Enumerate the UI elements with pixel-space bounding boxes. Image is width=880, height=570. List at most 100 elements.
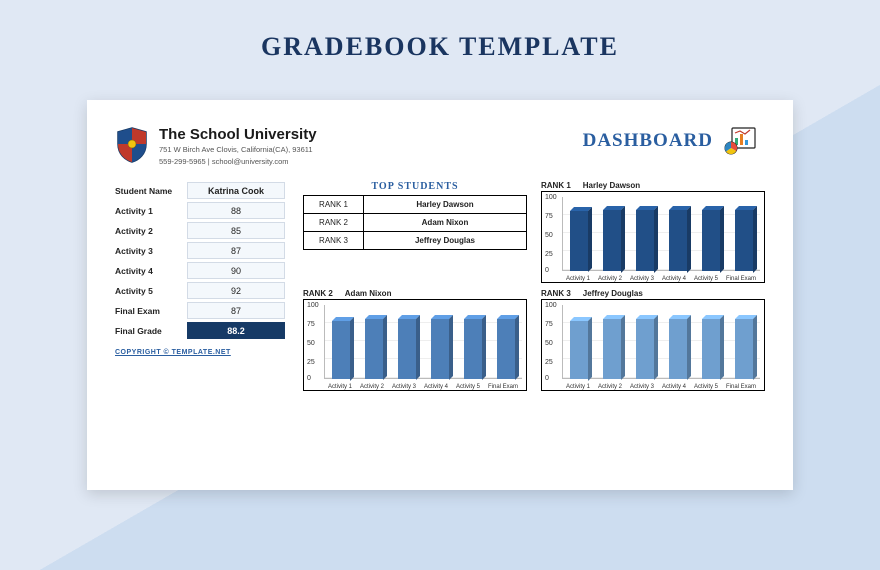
grade-row: Activity 5 92 [115,281,285,301]
bar [669,319,687,378]
bar [332,321,350,379]
bar [735,319,753,378]
ytick: 50 [307,340,315,347]
top-students-block: TOP STUDENTS RANK 1 Harley Dawson RANK 2… [303,181,527,283]
brand-block: The School University 751 W Birch Ave Cl… [115,126,317,167]
ytick: 50 [545,232,553,239]
final-grade-label: Final Grade [115,326,187,336]
chart-header: RANK 3 Jeffrey Douglas [541,289,765,298]
dashboard-chart-icon [723,126,757,156]
grade-value: 88 [187,202,285,219]
grade-row: Activity 4 90 [115,261,285,281]
school-address-2: 559-299-5965 | school@university.com [159,157,317,167]
table-row: RANK 3 Jeffrey Douglas [304,231,527,249]
xtick: Activity 4 [662,276,686,282]
bar [570,321,588,379]
rank-name-cell: Jeffrey Douglas [364,231,527,249]
chart-rank-label: RANK 1 [541,181,571,190]
ytick: 25 [545,359,553,366]
chart-rank-3: RANK 3 Jeffrey Douglas 100 75 50 25 0 Activity … [541,289,765,391]
ytick: 75 [545,213,553,220]
xlabels: Activity 1Activity 2Activity 3Activity 4… [562,384,760,390]
chart-title: Harley Dawson [583,181,640,190]
student-grades-column: Student Name Katrina Cook Activity 1 88 … [115,181,285,391]
grade-label: Activity 5 [115,286,187,296]
xtick: Activity 4 [424,384,448,390]
chart-frame: 1007550250Activity 1Activity 2Activity 3… [303,299,527,391]
rank-name-cell: Harley Dawson [364,195,527,213]
rank-cell: RANK 2 [304,213,364,231]
grade-label: Final Exam [115,306,187,316]
ytick: 100 [545,302,557,309]
chart-title: Adam Nixon [345,289,392,298]
ytick: 75 [307,321,315,328]
bar [398,319,416,378]
bar [669,210,687,271]
grade-value: 87 [187,302,285,319]
bars-row [324,305,522,379]
header-row: The School University 751 W Birch Ave Cl… [115,126,765,167]
ytick: 75 [545,321,553,328]
xtick: Activity 2 [598,276,622,282]
bar [636,210,654,271]
bar [464,319,482,378]
student-name-row: Student Name Katrina Cook [115,181,285,201]
chart-title: Jeffrey Douglas [583,289,643,298]
student-name-value: Katrina Cook [187,182,285,199]
chart-frame: 1007550250Activity 1Activity 2Activity 3… [541,191,765,283]
chart-header: RANK 1 Harley Dawson [541,181,765,190]
chart-rank-label: RANK 3 [541,289,571,298]
ytick: 25 [307,359,315,366]
ytick: 0 [545,375,549,382]
bar [603,210,621,271]
school-crest-icon [115,126,149,164]
ytick: 25 [545,251,553,258]
xtick: Activity 2 [598,384,622,390]
xtick: Activity 3 [392,384,416,390]
xtick: Final Exam [726,276,756,282]
bar [497,319,515,378]
final-grade-row: Final Grade 88.2 [115,321,285,341]
content-grid: Student Name Katrina Cook Activity 1 88 … [115,181,765,391]
xtick: Activity 1 [328,384,352,390]
charts-column: TOP STUDENTS RANK 1 Harley Dawson RANK 2… [303,181,765,391]
rank-cell: RANK 3 [304,231,364,249]
bar [431,319,449,378]
xtick: Activity 5 [456,384,480,390]
grade-row: Activity 1 88 [115,201,285,221]
dashboard-heading-block: DASHBOARD [583,126,757,156]
chart-frame: 100 75 50 25 0 Activity 1Activity 2Activity 3… [541,299,765,391]
chart-rank-1: RANK 1Harley Dawson1007550250Activity 1A… [541,181,765,283]
school-address-1: 751 W Birch Ave Clovis, California(CA), … [159,145,317,155]
bar [735,210,753,271]
grade-value: 90 [187,262,285,279]
ytick: 0 [307,375,311,382]
rank-name-cell: Adam Nixon [364,213,527,231]
xtick: Activity 3 [630,276,654,282]
xlabels: Activity 1 Activity 2 Activity 3 Activity 4… [562,276,760,282]
chart-rank-2: RANK 2Adam Nixon1007550250Activity 1Acti… [303,289,527,391]
xtick: Activity 1 [566,276,590,282]
bar [702,210,720,271]
grade-label: Activity 3 [115,246,187,256]
xtick: Activity 5 [694,384,718,390]
bars-row [562,305,760,379]
xtick: Final Exam [488,384,518,390]
top-students-title: TOP STUDENTS [303,181,527,192]
grade-row: Activity 2 85 [115,221,285,241]
table-row: RANK 2 Adam Nixon [304,213,527,231]
chart-header: RANK 2Adam Nixon [303,289,527,298]
page-title: GRADEBOOK TEMPLATE [0,0,880,62]
top-students-table: RANK 1 Harley Dawson RANK 2 Adam Nixon R… [303,195,527,250]
ytick: 50 [545,340,553,347]
grade-label: Activity 1 [115,206,187,216]
school-name: The School University [159,126,317,143]
bar [603,319,621,378]
xtick: Activity 5 [694,276,718,282]
final-grade-value: 88.2 [187,322,285,339]
grade-label: Activity 4 [115,266,187,276]
bar [636,319,654,378]
xlabels: Activity 1Activity 2Activity 3Activity 4… [324,384,522,390]
copyright-link[interactable]: COPYRIGHT © TEMPLATE.NET [115,349,285,356]
ytick: 100 [545,194,557,201]
